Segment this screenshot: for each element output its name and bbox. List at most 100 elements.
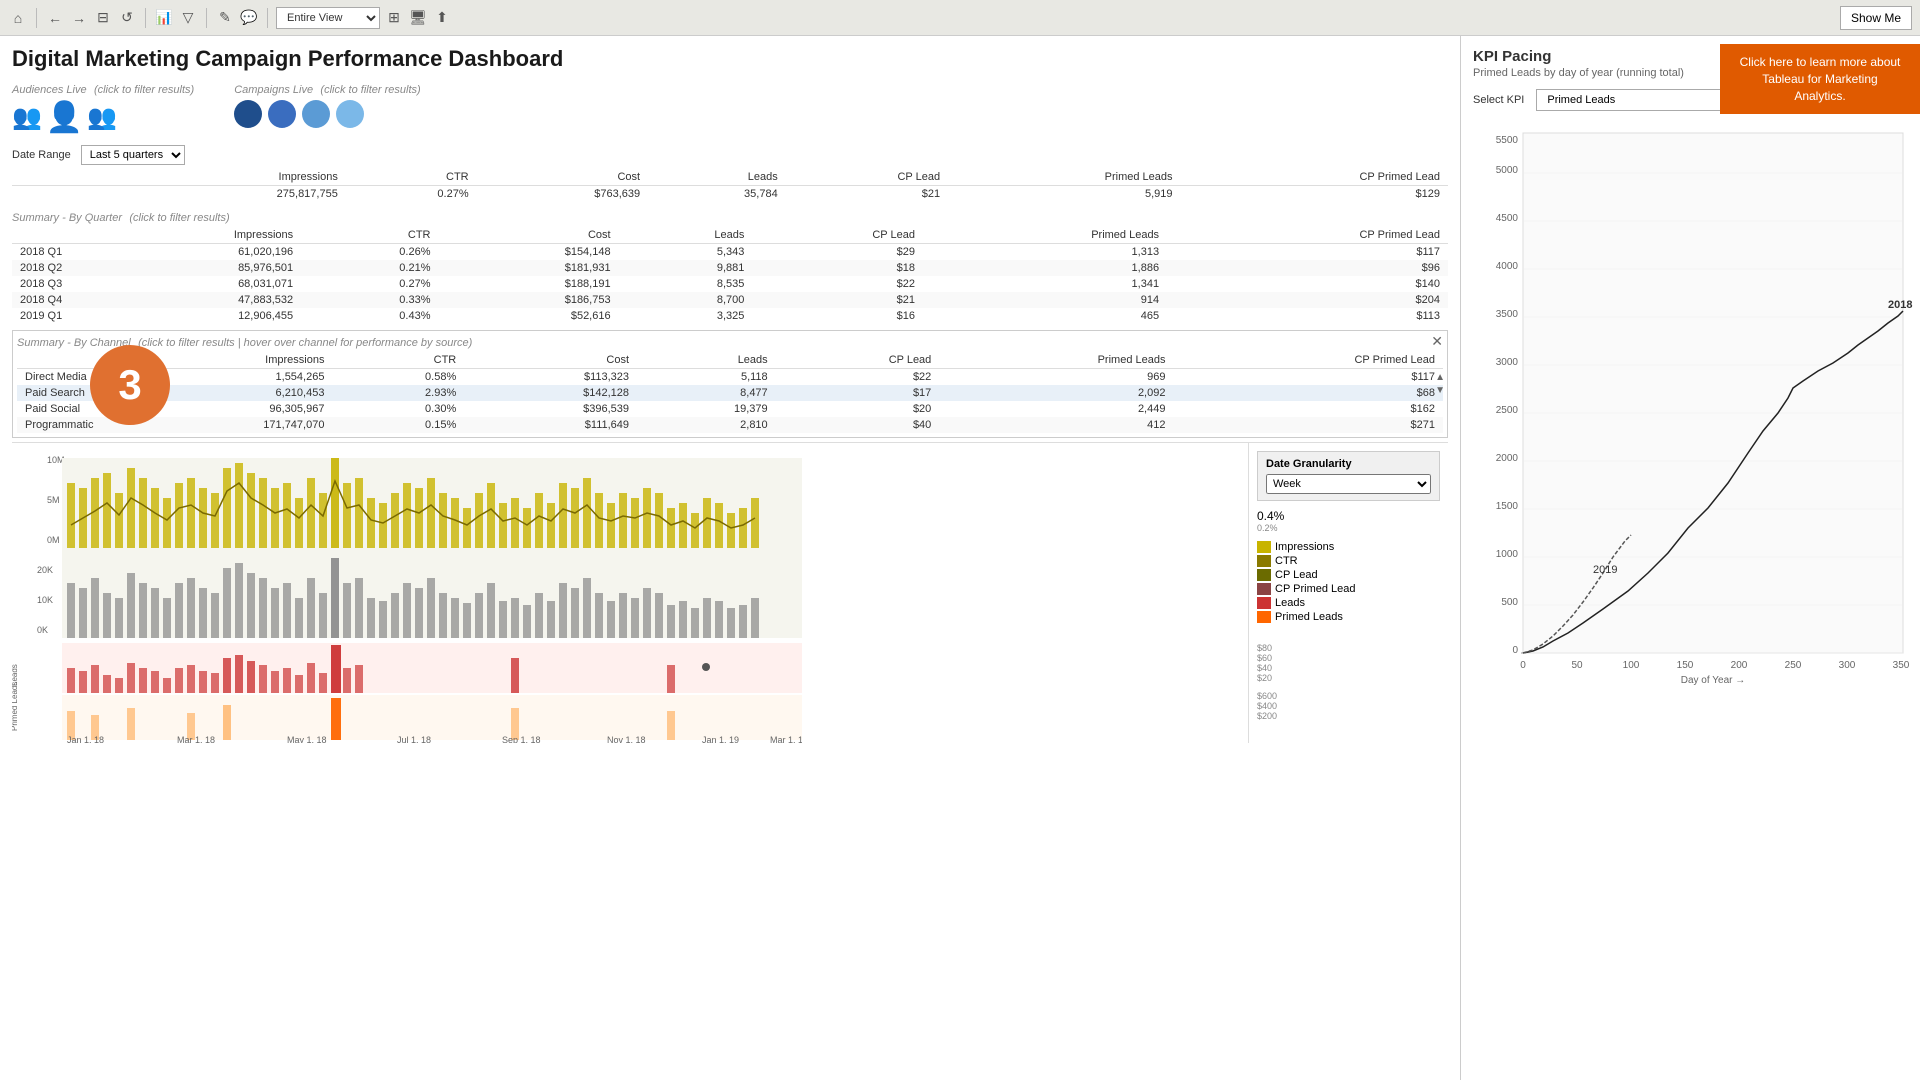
cta-line1: Click here to learn more about (1736, 54, 1904, 71)
filter-row: Audiences Live (click to filter results)… (12, 82, 1448, 135)
ch-col-cp-lead: CP Lead (776, 352, 940, 369)
quarterly-row-1[interactable]: 2018 Q285,976,5010.21%$181,9319,881$181,… (12, 260, 1448, 276)
imp-bar (667, 508, 675, 548)
quarterly-row-4[interactable]: 2019 Q112,906,4550.43%$52,6163,325$16465… (12, 308, 1448, 324)
layout-icon[interactable]: ⊟ (93, 8, 113, 28)
leads-bar (67, 668, 75, 693)
ch-cell-2-3: $396,539 (464, 401, 637, 417)
ch-cell-2-4: 19,379 (637, 401, 776, 417)
cost-bar (259, 578, 267, 638)
refresh-icon[interactable]: ↺ (117, 8, 137, 28)
cost-bar (703, 598, 711, 638)
channel-row-3[interactable]: Programmatic171,747,0700.15%$111,6492,81… (17, 417, 1443, 433)
channel-row-0[interactable]: Direct Media1,554,2650.58%$113,3235,118$… (17, 369, 1443, 386)
ch-cell-1-2: 2.93% (332, 385, 464, 401)
page-title: Digital Marketing Campaign Performance D… (12, 46, 1448, 72)
channel-row-2[interactable]: Paid Social96,305,9670.30%$396,53919,379… (17, 401, 1443, 417)
campaign-dots[interactable] (234, 100, 420, 128)
audience-icon-1[interactable]: 👥 (12, 103, 42, 132)
audience-icons[interactable]: 👥 👤 👥 (12, 100, 194, 135)
imp-bar (595, 493, 603, 548)
filter-icon[interactable]: ▽ (178, 8, 198, 28)
scroll-up-icon[interactable]: ▲ (1435, 372, 1445, 383)
y-cost-20k: 20K (37, 565, 53, 575)
share-icon[interactable]: ⬆ (432, 8, 452, 28)
x-label-mar18: Mar 1, 18 (177, 735, 215, 743)
channel-close-button[interactable]: ✕ (1431, 333, 1443, 350)
cost-bar (367, 598, 375, 638)
monitor-icon[interactable]: 🖥 (408, 8, 428, 28)
col-cost: Cost (477, 169, 648, 186)
scroll-down-icon[interactable]: ▼ (1435, 385, 1445, 396)
overall-impressions: 275,817,755 (132, 186, 346, 203)
campaign-dot-1[interactable] (234, 100, 262, 128)
table-icon[interactable]: ⊞ (384, 8, 404, 28)
ch-cell-0-5: $22 (776, 369, 940, 386)
leads-bar (127, 663, 135, 693)
imp-bar (247, 473, 255, 548)
quarterly-row-0[interactable]: 2018 Q161,020,1960.26%$154,1485,343$291,… (12, 244, 1448, 261)
overall-summary-table: Impressions CTR Cost Leads CP Lead Prime… (12, 169, 1448, 202)
campaign-dot-3[interactable] (302, 100, 330, 128)
cost-bar (535, 593, 543, 638)
q-cell-2-6: 1,341 (923, 276, 1167, 292)
quarterly-row-3[interactable]: 2018 Q447,883,5320.33%$186,7538,700$2191… (12, 292, 1448, 308)
leads-bar (259, 665, 267, 693)
cost-bar (235, 563, 243, 638)
cp-60: $60 (1257, 653, 1440, 663)
back-icon[interactable]: ← (45, 8, 65, 28)
tooltip-icon[interactable]: 💬 (239, 8, 259, 28)
campaign-dot-4[interactable] (336, 100, 364, 128)
ch-col-cost: Cost (464, 352, 637, 369)
leads-bar (187, 665, 195, 693)
cp-primed-400: $400 (1257, 701, 1440, 711)
cost-bar (679, 601, 687, 638)
home-icon[interactable]: ⌂ (8, 8, 28, 28)
divider (36, 8, 37, 28)
primed-bar-spike (331, 698, 341, 740)
cost-bar (187, 578, 195, 638)
view-dropdown[interactable]: Entire View (276, 7, 380, 29)
ch-cell-3-3: $111,649 (464, 417, 637, 433)
leads-bar (271, 671, 279, 693)
chart-area: 10M 5M 0M 20K 10K 0K (12, 442, 1448, 743)
imp-bar (343, 483, 351, 548)
highlight-icon[interactable]: ✎ (215, 8, 235, 28)
date-range-dropdown[interactable]: Last 5 quarters (81, 145, 185, 165)
x-tick-350: 350 (1893, 660, 1910, 671)
overall-label (12, 186, 132, 203)
cp-80: $80 (1257, 643, 1440, 653)
quarterly-row-2[interactable]: 2018 Q368,031,0710.27%$188,1918,535$221,… (12, 276, 1448, 292)
q-cell-1-3: $181,931 (438, 260, 618, 276)
x-label-mar19: Mar 1, 19 (770, 735, 802, 743)
leads-bar (355, 665, 363, 693)
q-cell-0-1: 61,020,196 (82, 244, 301, 261)
channel-row-1[interactable]: Paid Search6,210,4532.93%$142,1288,477$1… (17, 385, 1443, 401)
forward-icon[interactable]: → (69, 8, 89, 28)
date-granularity-dropdown[interactable]: Week (1266, 474, 1431, 494)
q-cell-0-5: $29 (752, 244, 923, 261)
cost-bar (79, 588, 87, 638)
q-cell-4-0: 2019 Q1 (12, 308, 82, 324)
year-2019-label: 2019 (1593, 564, 1617, 576)
chart-icon[interactable]: 📊 (154, 8, 174, 28)
legend-impressions-color (1257, 541, 1271, 553)
date-granularity-box: Date Granularity Week (1257, 451, 1440, 501)
campaign-dot-2[interactable] (268, 100, 296, 128)
y-impressions-0: 0M (47, 535, 60, 545)
audience-icon-2[interactable]: 👤 (46, 100, 83, 135)
y-tick-1000: 1000 (1496, 549, 1519, 560)
q-col-cost: Cost (438, 227, 618, 244)
overall-cost: $763,639 (477, 186, 648, 203)
ch-col-cp-primed-lead: CP Primed Lead (1173, 352, 1443, 369)
imp-bar (439, 493, 447, 548)
show-me-button[interactable]: Show Me (1840, 6, 1912, 30)
audience-icon-3[interactable]: 👥 (87, 103, 117, 132)
q-cell-4-1: 12,906,455 (82, 308, 301, 324)
cta-button[interactable]: Click here to learn more about Tableau f… (1720, 44, 1920, 114)
x-label-sep18: Sep 1, 18 (502, 735, 541, 743)
ch-cell-3-5: $40 (776, 417, 940, 433)
imp-bar (715, 503, 723, 548)
imp-bar (751, 498, 759, 548)
q-cell-2-0: 2018 Q3 (12, 276, 82, 292)
